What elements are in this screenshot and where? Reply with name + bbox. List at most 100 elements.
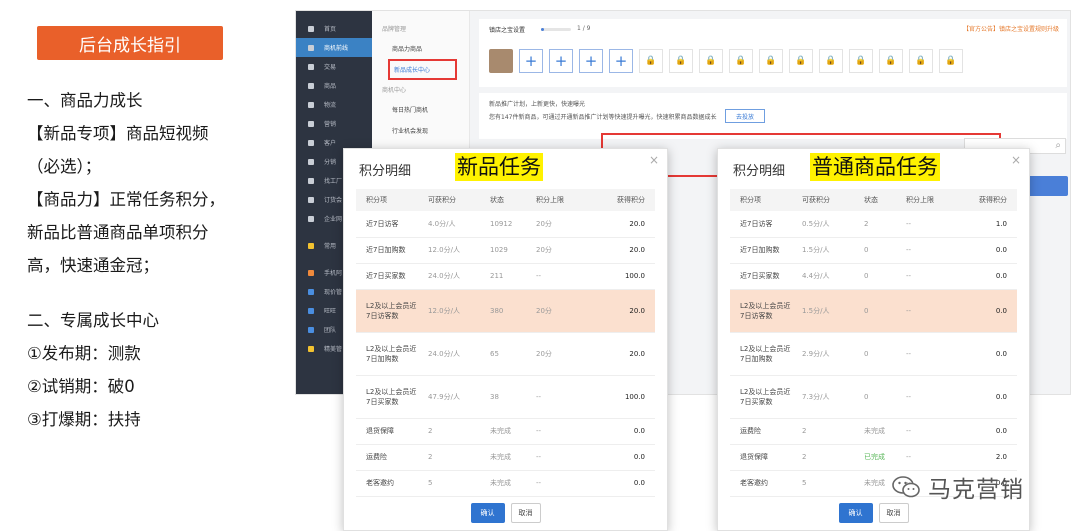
lock-icon: 🔒 (849, 49, 873, 73)
guide-line: （必选）； (27, 157, 102, 176)
shop-treasure-card: 镇店之宝设置 1 / 9 【官方公告】镇店之宝设置规则升级 + + + + 🔒 … (479, 19, 1067, 87)
table-row: 近7日加购数 12.0分/人 1029 20分 20.0 (356, 237, 655, 264)
table-row: 运费险 2 未完成 -- 0.0 (356, 444, 655, 471)
bag-icon (308, 44, 314, 51)
chat-icon (308, 307, 314, 314)
lock-icon: 🔒 (879, 49, 903, 73)
action-button[interactable] (1026, 176, 1068, 196)
guide-line: 二、专属成长中心 (27, 311, 159, 330)
confirm-button[interactable]: 确认 (838, 503, 873, 523)
add-slot-button[interactable]: + (519, 49, 543, 73)
cancel-button[interactable]: 取消 (878, 503, 909, 523)
sidebar-item-logistics[interactable]: 物流 (296, 95, 372, 114)
submenu-group: 品牌管理 (382, 26, 407, 33)
lock-icon: 🔒 (639, 49, 663, 73)
launch-button[interactable]: 去投放 (725, 109, 765, 123)
add-slot-button[interactable]: + (549, 49, 573, 73)
col-header: 可获积分 (418, 189, 480, 211)
cancel-button[interactable]: 取消 (510, 503, 541, 523)
design-icon (308, 345, 314, 352)
search-icon[interactable]: ⌕ (1055, 140, 1061, 151)
table-row: 退货保障 2 未完成 -- 0.0 (356, 418, 655, 445)
sidebar-item-goods[interactable]: 商品 (296, 76, 372, 95)
guide-line: 【商品力】正常任务积分， (27, 190, 225, 209)
submenu-group: 商机中心 (382, 87, 407, 94)
table-row: 运费险 2 未完成 -- 0.0 (730, 418, 1017, 445)
slot-row: + + + + 🔒 🔒 🔒 🔒 🔒 🔒 🔒 🔒 🔒 🔒 🔒 (489, 49, 963, 73)
submenu-item[interactable]: 每日热门商机 (372, 99, 469, 120)
table-row: 近7日访客 0.5分/人 2 -- 1.0 (730, 211, 1017, 238)
sidebar-item-trade[interactable]: 交易 (296, 57, 372, 76)
guide-line: 新品比普通商品单项积分 (27, 223, 209, 242)
goods-icon (308, 82, 314, 89)
guide-line: 【新品专项】商品短视频 (27, 124, 209, 143)
table-row-highlighted: L2及以上会员近7日访客数 1.5分/人 0 -- 0.0 (730, 289, 1017, 333)
lock-icon: 🔒 (729, 49, 753, 73)
close-icon[interactable]: × (1011, 153, 1021, 167)
points-table: 积分项 可获积分 状态 积分上限 获得积分 近7日访客 4.0分/人 10912 20… (356, 189, 655, 497)
share-icon (308, 158, 314, 165)
lock-icon: 🔒 (699, 49, 723, 73)
table-row: L2及以上会员近7日加购数 24.0分/人 65 20分 20.0 (356, 332, 655, 376)
promo-desc: 您有147件新商品，可通过开通新品推广计划等快速提升曝光，快速积累商品数据成长 (489, 114, 717, 121)
progress-text: 1 / 9 (577, 25, 591, 32)
submenu-item[interactable]: 商品力商品 (372, 38, 469, 59)
progress-bar (541, 28, 571, 31)
lock-icon: 🔒 (789, 49, 813, 73)
guide-line: ③打爆期：扶持 (27, 410, 141, 429)
dialog-title: 积分明细 (359, 164, 412, 179)
close-icon[interactable]: × (649, 153, 659, 167)
product-thumbnail[interactable] (489, 49, 513, 73)
calendar-icon (308, 196, 314, 203)
sidebar-item-opportunity[interactable]: 商机前线 (296, 38, 372, 57)
truck-icon (308, 101, 314, 108)
guide-line: 高，快速通金冠； (27, 256, 159, 275)
guide-title-button: 后台成长指引 (37, 26, 223, 60)
dialog-title: 积分明细 (733, 164, 786, 179)
add-slot-button[interactable]: + (609, 49, 633, 73)
table-row: 近7日买家数 4.4分/人 0 -- 0.0 (730, 263, 1017, 290)
price-icon (308, 288, 314, 295)
notice-link[interactable]: 【官方公告】镇店之宝设置规则升级 (963, 24, 1059, 33)
sidebar-item-home[interactable]: 首页 (296, 19, 372, 38)
points-table: 积分项 可获积分 状态 积分上限 获得积分 近7日访客 0.5分/人 2 -- 1.0 … (730, 189, 1017, 497)
col-header: 积分上限 (526, 189, 584, 211)
table-row: L2及以上会员近7日买家数 47.9分/人 38 -- 100.0 (356, 375, 655, 419)
dialog-tag: 普通商品任务 (810, 153, 940, 181)
sidebar-item-marketing[interactable]: 营销 (296, 114, 372, 133)
col-header: 积分项 (356, 189, 418, 211)
col-header: 积分项 (730, 189, 792, 211)
lock-icon: 🔒 (909, 49, 933, 73)
table-row: 近7日加购数 1.5分/人 0 -- 0.0 (730, 237, 1017, 264)
lock-icon: 🔒 (819, 49, 843, 73)
col-header: 可获积分 (792, 189, 854, 211)
submenu-item-new-product-center[interactable]: 新品成长中心 (388, 59, 457, 80)
promo-title: 新品推广计划，上新更快，快速曝光 (489, 101, 586, 108)
star-icon (308, 242, 314, 249)
guide-line: ①发布期：测款 (27, 344, 141, 363)
dialog-tag: 新品任务 (455, 153, 543, 181)
table-row: 退货保障 2 已完成 -- 2.0 (730, 444, 1017, 471)
col-header: 状态 (480, 189, 526, 211)
lock-icon: 🔒 (669, 49, 693, 73)
link-icon (308, 215, 314, 222)
tag-icon (308, 120, 314, 127)
table-row: 近7日访客 4.0分/人 10912 20分 20.0 (356, 211, 655, 238)
col-header: 获得积分 (954, 189, 1017, 211)
user-icon (308, 139, 314, 146)
table-row: 老客邀约5未完成--0.0 (356, 470, 655, 497)
lock-icon: 🔒 (939, 49, 963, 73)
col-header: 状态 (854, 189, 896, 211)
table-row: L2及以上会员近7日买家数 7.3分/人 0 -- 0.0 (730, 375, 1017, 419)
team-icon (308, 326, 314, 333)
guide-line: 一、商品力成长 (27, 91, 143, 110)
submenu-item[interactable]: 行业机会发现 (372, 120, 469, 141)
wechat-icon (892, 476, 920, 498)
guide-line: ②试销期：破0 (27, 377, 135, 396)
col-header: 积分上限 (896, 189, 954, 211)
mobile-icon (308, 269, 314, 276)
home-icon (308, 25, 314, 32)
add-slot-button[interactable]: + (579, 49, 603, 73)
confirm-button[interactable]: 确认 (470, 503, 505, 523)
table-row: 近7日买家数 24.0分/人 211 -- 100.0 (356, 263, 655, 290)
